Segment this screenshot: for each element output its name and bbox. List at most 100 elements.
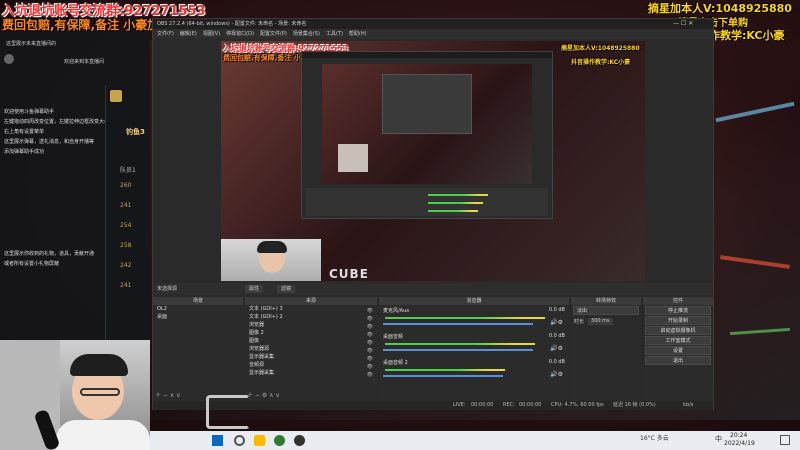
mixer-channel[interactable]: 桌面音频 2 0.0 dB 🔊⚙ xyxy=(379,357,569,383)
studio-mode-button[interactable]: 工作室模式 xyxy=(645,336,711,345)
transition-select[interactable]: 淡出 xyxy=(573,306,639,315)
mixer-dock[interactable]: 混音器 麦克风/Aux 0.0 dB 🔊⚙ 桌面音频 0.0 dB 🔊⚙ 桌面音… xyxy=(379,297,569,401)
volume-slider[interactable] xyxy=(383,375,503,377)
chat-line: 添加弹幕助手成功 xyxy=(4,149,45,155)
mixer-meter xyxy=(385,343,535,345)
start-icon[interactable] xyxy=(212,435,223,446)
notification-icon[interactable] xyxy=(780,435,790,445)
stream-canvas: 这里展示未来直播间的 欢迎来到本直播间 欢迎使用斗鱼弹幕助手 左键拖动四周改变位… xyxy=(0,0,800,450)
scene-item[interactable]: 桌面 xyxy=(153,313,243,321)
list-value: 241 xyxy=(120,202,132,209)
browser-icon[interactable] xyxy=(274,435,285,446)
menu-docks[interactable]: 停靠窗口(D) xyxy=(226,29,254,39)
nested-webcam xyxy=(338,144,368,172)
live-time: 00:00:00 xyxy=(471,402,494,408)
list-value: 242 xyxy=(120,262,132,269)
source-item[interactable]: 显示器采集 xyxy=(245,353,377,361)
menu-help[interactable]: 帮助(H) xyxy=(349,29,367,39)
menu-file[interactable]: 文件(F) xyxy=(157,29,174,39)
source-item[interactable]: 浏览器 xyxy=(245,321,377,329)
menu-view[interactable]: 视图(V) xyxy=(203,29,220,39)
properties-button[interactable]: 属性 xyxy=(245,285,264,293)
chat-line: 欢迎来到本直播间 xyxy=(64,59,105,65)
file-explorer-icon[interactable] xyxy=(254,435,265,446)
source-toolbar-buttons[interactable]: ＋ − ⚙ ∧ ∨ xyxy=(247,390,280,399)
rec-time: 00:00:00 xyxy=(519,402,542,408)
menu-scene-collection[interactable]: 场景集合(S) xyxy=(293,29,320,39)
streamer-hair xyxy=(70,354,128,376)
source-item[interactable]: 图像 xyxy=(245,337,377,345)
transitions-dock[interactable]: 转场特效 淡出 时长 300 ms xyxy=(571,297,641,401)
sources-dock[interactable]: 来源 文本 (GDI+) 3 文本 (GDI+) 2 浏览器 图像 2 图像 浏… xyxy=(245,297,377,401)
scene-toolbar[interactable]: ＋ − ∧ ∨ xyxy=(155,390,181,399)
chat-line: 这里展示弹幕，送礼消息，和自身开播等 xyxy=(4,139,95,145)
mixer-channel-name: 桌面音频 xyxy=(383,334,404,340)
clock-date[interactable]: 2022/4/19 xyxy=(724,440,755,447)
mixer-channel[interactable]: 麦克风/Aux 0.0 dB 🔊⚙ xyxy=(379,305,569,331)
volume-slider[interactable] xyxy=(383,323,533,325)
source-item[interactable]: 浏览器源 xyxy=(245,345,377,353)
source-item[interactable]: 音频源 xyxy=(245,361,377,369)
start-recording-button[interactable]: 开始录制 xyxy=(645,316,711,325)
nested-promo: 摘星加本人V:1048925880 xyxy=(561,45,640,52)
list-value: 258 xyxy=(120,242,132,249)
speaker-icon[interactable]: 🔊⚙ xyxy=(550,371,563,378)
weather-widget[interactable]: 16°C 多云 xyxy=(640,433,669,442)
visibility-icon[interactable]: 👁 👁 👁 👁 👁 👁 👁 👁 👁 xyxy=(367,307,373,379)
obs-window[interactable]: OBS 27.2.4 (64-bit, windows) - 配置文件: 未命名… xyxy=(152,18,714,410)
filters-button[interactable]: 滤镜 xyxy=(277,285,296,293)
nested-preview xyxy=(322,64,532,184)
nested-meter xyxy=(428,210,478,212)
transitions-header: 转场特效 xyxy=(571,297,641,305)
duration-row: 时长 300 ms xyxy=(571,316,641,327)
menu-tools[interactable]: 工具(T) xyxy=(326,29,343,39)
menu-profile[interactable]: 配置文件(P) xyxy=(260,29,287,39)
hair xyxy=(257,241,287,253)
exit-button[interactable]: 退出 xyxy=(645,356,711,365)
player-tag: 钓鱼3 xyxy=(126,128,145,136)
dropped-frames: 延迟 16 帧 (0.0%) xyxy=(613,402,656,408)
source-item[interactable]: 图像 2 xyxy=(245,329,377,337)
ime-indicator[interactable]: 中 xyxy=(715,434,722,444)
dock-area: 场景 OL2 桌面 ＋ − ∧ ∨ 来源 文本 (GDI+) 3 文本 (GDI… xyxy=(153,297,713,401)
search-icon[interactable] xyxy=(234,435,245,446)
champion-icon xyxy=(110,90,122,102)
bitrate: kb/s xyxy=(683,402,694,408)
windows-taskbar: 16°C 多云 中 20:24 2022/4/19 xyxy=(150,431,800,450)
list-value: 254 xyxy=(120,222,132,229)
controls-header: 控件 xyxy=(643,297,713,305)
cube-logo-mark xyxy=(206,395,250,429)
virtual-camera-button[interactable]: 启动虚拟摄像机 xyxy=(645,326,711,335)
window-controls[interactable]: — ☐ ✕ xyxy=(673,20,693,27)
scene-item[interactable]: OL2 xyxy=(153,305,243,313)
source-item[interactable]: 显示器采集 xyxy=(245,369,377,377)
obs-taskbar-icon[interactable] xyxy=(294,435,305,446)
controls-dock[interactable]: 控件 停止推流 开始录制 启动虚拟摄像机 工作室模式 设置 退出 xyxy=(643,297,713,401)
speaker-icon[interactable]: 🔊⚙ xyxy=(550,319,563,326)
scenes-dock[interactable]: 场景 OL2 桌面 ＋ − ∧ ∨ xyxy=(153,297,243,401)
mixer-channel[interactable]: 桌面音频 0.0 dB 🔊⚙ xyxy=(379,331,569,357)
settings-button[interactable]: 设置 xyxy=(645,346,711,355)
mixer-header: 混音器 xyxy=(379,297,569,305)
nested-titlebar xyxy=(302,52,552,58)
source-item[interactable]: 文本 (GDI+) 2 xyxy=(245,313,377,321)
clock-time[interactable]: 20:24 xyxy=(730,432,747,439)
no-source-label: 未选择源 xyxy=(157,286,178,292)
promo-text-guarantee: 费回包赔,有保障,备注 小豪加入 xyxy=(2,18,172,32)
webcam-feed xyxy=(0,340,150,450)
duration-input[interactable]: 300 ms xyxy=(588,318,613,325)
danmu-assistant-panel[interactable]: 这里展示未来直播间的 欢迎来到本直播间 欢迎使用斗鱼弹幕助手 左键拖动四周改变位… xyxy=(0,30,150,345)
logo-nested: CUBE xyxy=(329,267,369,281)
volume-slider[interactable] xyxy=(383,349,533,351)
preview-canvas[interactable]: 入坑退坑账号交流群:927271553 费回包赔,有保障,备注 小豪加入 摘星加… xyxy=(221,41,645,281)
menu-edit[interactable]: 编辑(E) xyxy=(180,29,197,39)
mixer-channel-name: 麦克风/Aux xyxy=(383,308,410,314)
scenes-header: 场景 xyxy=(153,297,243,305)
source-item[interactable]: 文本 (GDI+) 3 xyxy=(245,305,377,313)
nested-dock xyxy=(306,188,548,216)
sources-header: 来源 xyxy=(245,297,377,305)
speaker-icon[interactable]: 🔊⚙ xyxy=(550,345,563,352)
stop-streaming-button[interactable]: 停止推流 xyxy=(645,306,711,315)
list-value: 260 xyxy=(120,182,132,189)
nested-obs-window xyxy=(301,51,553,219)
